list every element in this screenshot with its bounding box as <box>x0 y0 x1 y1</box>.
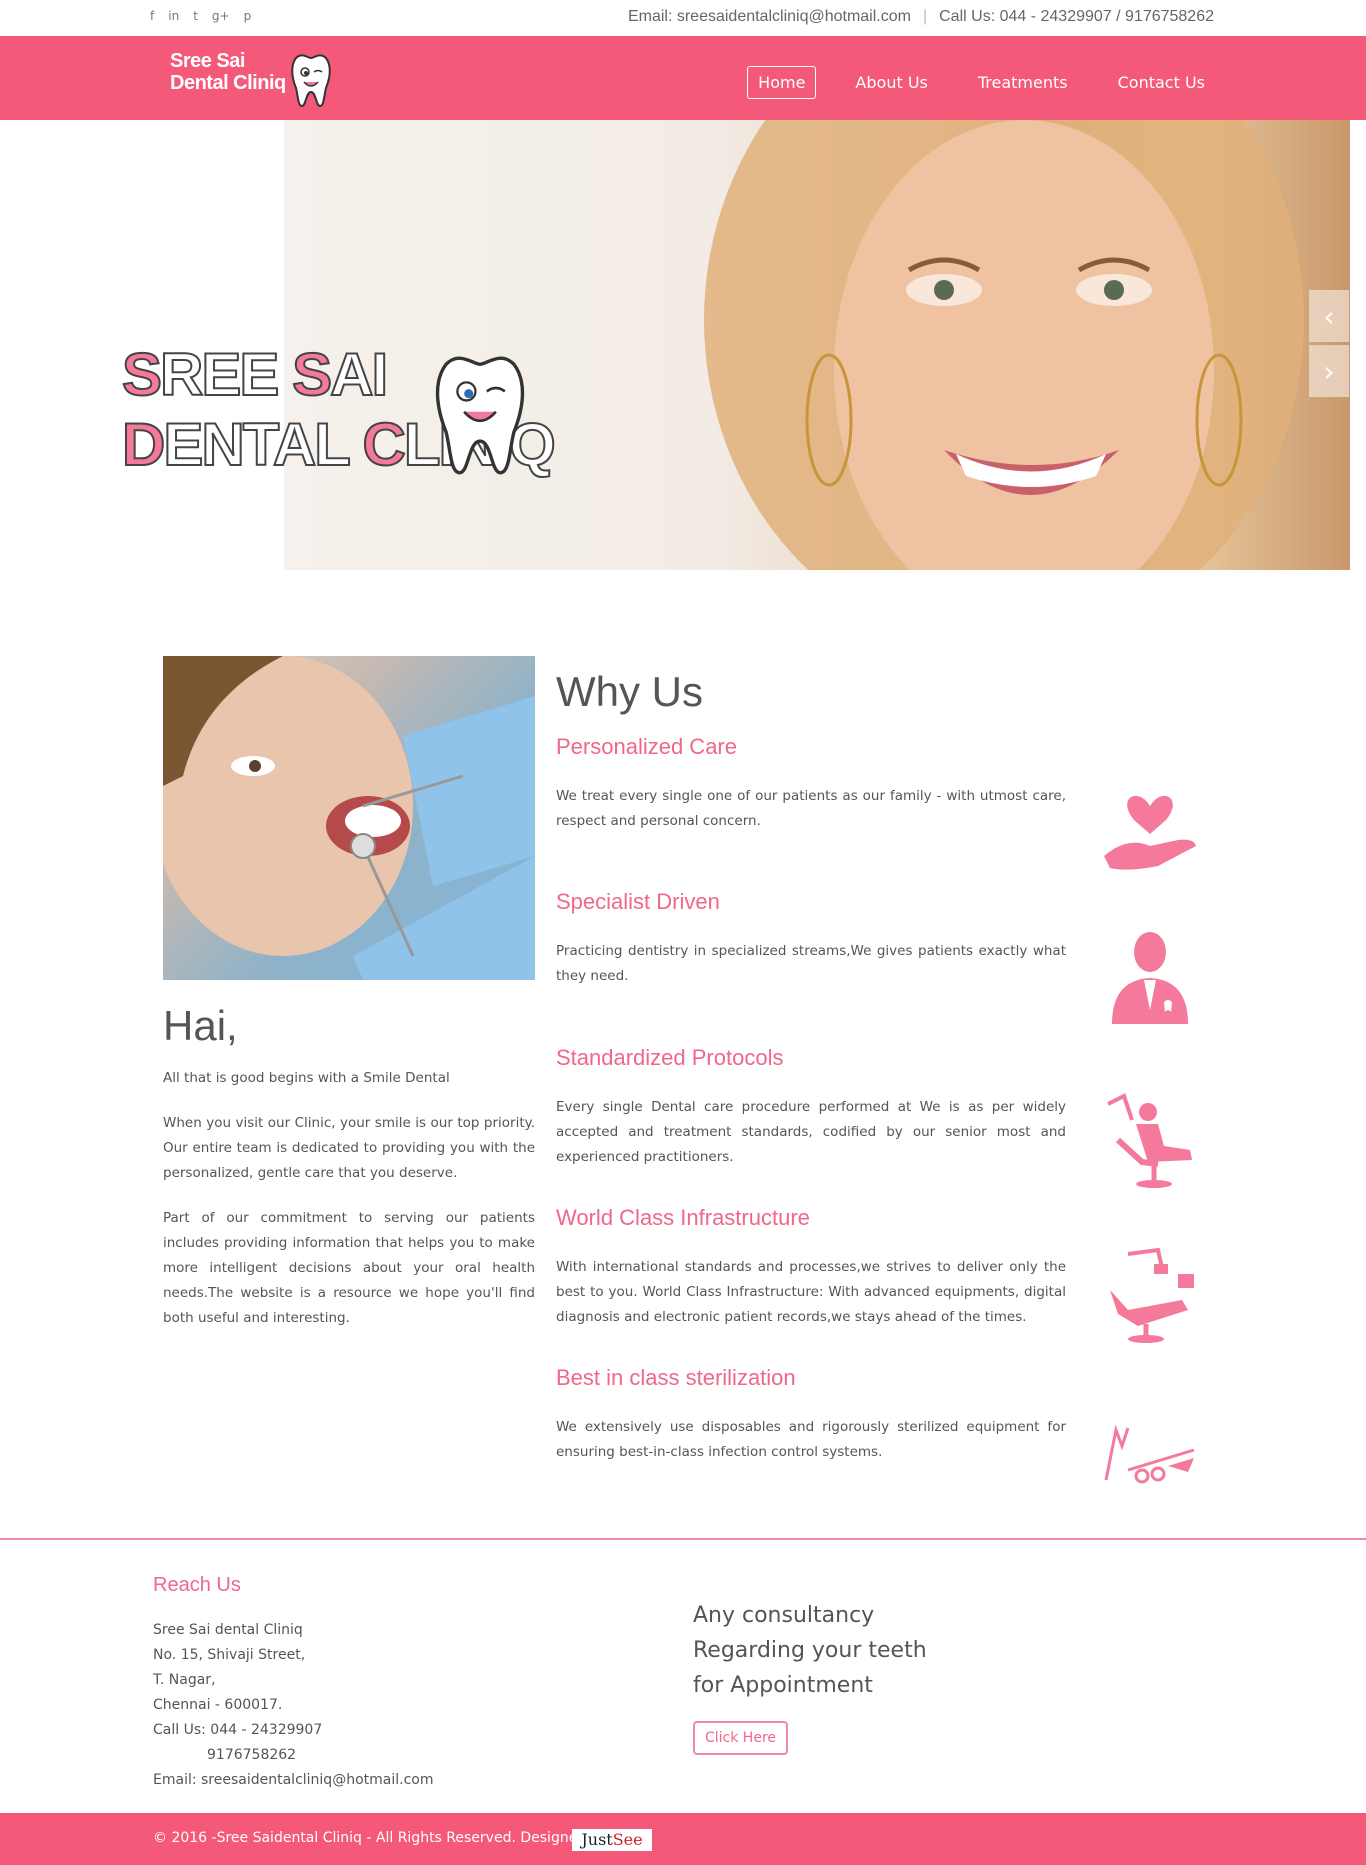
intro-paragraph-2: When you visit our Clinic, your smile is… <box>163 1115 535 1181</box>
nav-about-us[interactable]: About Us <box>844 66 938 99</box>
top-bar: f in t g+ p Email: sreesaidentalcliniq@h… <box>0 0 1366 36</box>
dentist-person-icon <box>1112 932 1188 1024</box>
address-line: T. Nagar, <box>153 1672 216 1688</box>
address-line: Sree Sai dental Cliniq <box>153 1622 303 1638</box>
feature-world-class-infrastructure: World Class Infrastructure With internat… <box>556 1205 1066 1330</box>
pinterest-icon[interactable]: p <box>244 8 252 24</box>
feature-title: Personalized Care <box>556 734 737 759</box>
greeting-heading: Hai, <box>163 1002 238 1049</box>
contact-line: Email: sreesaidentalcliniq@hotmail.com |… <box>628 8 1214 26</box>
feature-text: We extensively use disposables and rigor… <box>556 1419 1066 1460</box>
heart-hand-icon <box>1104 795 1196 870</box>
logo-line-1: Sree Sai <box>170 50 245 72</box>
reach-us-heading: Reach Us <box>153 1574 241 1596</box>
facebook-icon[interactable]: f <box>150 8 154 24</box>
footer-phone-2: 9176758262 <box>207 1747 297 1763</box>
social-links: f in t g+ p <box>150 8 251 24</box>
feature-standardized-protocols: Standardized Protocols Every single Dent… <box>556 1045 1066 1170</box>
slider-next-button[interactable]: › <box>1309 345 1349 397</box>
footer-email[interactable]: Email: sreesaidentalcliniq@hotmail.com <box>153 1768 433 1793</box>
feature-specialist-driven: Specialist Driven Practicing dentistry i… <box>556 889 1066 989</box>
feature-text: Practicing dentistry in specialized stre… <box>556 943 1066 984</box>
logo-line-2: Dental Cliniq <box>170 72 286 94</box>
intro-text: All that is good begins with a Smile Den… <box>163 1066 535 1351</box>
reach-us-address: Sree Sai dental Cliniq No. 15, Shivaji S… <box>153 1618 433 1793</box>
address-line: Chennai - 600017. <box>153 1697 283 1713</box>
slider-prev-button[interactable]: ‹ <box>1309 290 1349 342</box>
tooth-mascot-icon <box>291 54 331 108</box>
feature-title: Best in class sterilization <box>556 1365 796 1390</box>
child-dental-checkup-image <box>163 656 535 980</box>
intro-paragraph-1: All that is good begins with a Smile Den… <box>163 1070 450 1086</box>
consult-line: Regarding your teeth <box>693 1638 927 1663</box>
consultancy-text: Any consultancy Regarding your teeth for… <box>693 1598 927 1703</box>
child-dentist-illustration <box>163 656 535 980</box>
linkedin-icon[interactable]: in <box>168 8 179 24</box>
why-us-heading: Why Us <box>556 668 703 715</box>
feature-text: We treat every single one of our patient… <box>556 788 1066 829</box>
main-nav: Home About Us Treatments Contact Us <box>747 66 1216 99</box>
footer-phone-1: Call Us: 044 - 24329907 <box>153 1722 323 1738</box>
consult-line: Any consultancy <box>693 1603 875 1628</box>
designer-logo[interactable]: JustSee <box>572 1829 652 1851</box>
dental-tools-icon <box>1104 1424 1195 1484</box>
feature-personalized-care: Personalized Care We treat every single … <box>556 734 1066 834</box>
address-line: No. 15, Shivaji Street, <box>153 1647 306 1663</box>
appointment-button[interactable]: Click Here <box>693 1721 789 1755</box>
top-email[interactable]: Email: sreesaidentalcliniq@hotmail.com <box>628 8 911 26</box>
feature-title: Specialist Driven <box>556 889 720 914</box>
consult-line: for Appointment <box>693 1673 873 1698</box>
nav-treatments[interactable]: Treatments <box>967 66 1079 99</box>
feature-text: With international standards and process… <box>556 1259 1066 1325</box>
dental-chair-icon <box>1110 1247 1194 1343</box>
hero-tooth-mascot-icon <box>435 356 525 475</box>
copyright-text: © 2016 -Sree Saidental Cliniq - All Righ… <box>153 1830 608 1846</box>
intro-paragraph-3: Part of our commitment to serving our pa… <box>163 1210 535 1326</box>
feature-title: Standardized Protocols <box>556 1045 784 1070</box>
separator: | <box>922 8 928 25</box>
twitter-icon[interactable]: t <box>193 8 198 24</box>
dental-chair-patient-icon <box>1107 1093 1192 1188</box>
footer-divider <box>0 1538 1366 1540</box>
site-logo[interactable]: Sree Sai Dental Cliniq <box>170 50 331 108</box>
nav-contact-us[interactable]: Contact Us <box>1107 66 1216 99</box>
googleplus-icon[interactable]: g+ <box>212 8 230 24</box>
feature-best-in-class-sterilization: Best in class sterilization We extensive… <box>556 1365 1066 1465</box>
nav-home[interactable]: Home <box>747 66 817 99</box>
feature-text: Every single Dental care procedure perfo… <box>556 1099 1066 1165</box>
feature-title: World Class Infrastructure <box>556 1205 810 1230</box>
top-phone: Call Us: 044 - 24329907 / 9176758262 <box>939 8 1214 25</box>
